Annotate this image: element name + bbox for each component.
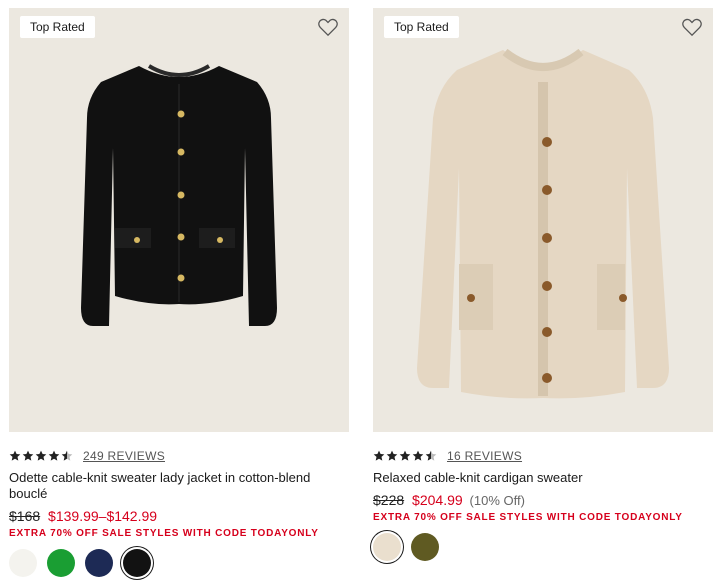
original-price: $168 — [9, 508, 41, 524]
star-icon — [9, 450, 21, 461]
heart-icon[interactable] — [681, 17, 703, 37]
top-rated-badge: Top Rated — [20, 16, 95, 38]
star-icon — [22, 450, 34, 461]
color-swatches — [373, 533, 713, 561]
promo-text: EXTRA 70% OFF SALE STYLES WITH CODE TODA… — [373, 512, 683, 523]
sale-price: $204.99 — [412, 492, 463, 508]
black-cardigan-image — [81, 64, 277, 326]
promo-text: EXTRA 70% OFF SALE STYLES WITH CODE TODA… — [9, 528, 319, 539]
swatch-green[interactable] — [47, 549, 75, 577]
rating-row: 16 REVIEWS — [373, 447, 713, 465]
half-star-icon — [425, 450, 437, 461]
product-card[interactable]: Top Rated 16 REVIEWS Relaxed cable-knit … — [373, 8, 713, 561]
product-title[interactable]: Odette cable-knit sweater lady jacket in… — [9, 470, 349, 502]
swatch-black[interactable] — [123, 549, 151, 577]
half-star-icon — [61, 450, 73, 461]
discount-label: (10% Off) — [469, 493, 525, 508]
cream-cardigan-image — [417, 48, 669, 399]
reviews-link[interactable]: 16 REVIEWS — [447, 449, 522, 463]
swatch-navy[interactable] — [85, 549, 113, 577]
rating-row: 249 REVIEWS — [9, 447, 349, 465]
product-image[interactable]: Top Rated — [373, 8, 713, 432]
swatch-cream[interactable] — [373, 533, 401, 561]
star-icon — [386, 450, 398, 461]
price-row: $168 $139.99–$142.99 — [9, 508, 349, 524]
star-icon — [373, 450, 385, 461]
star-icon — [399, 450, 411, 461]
reviews-link[interactable]: 249 REVIEWS — [83, 449, 165, 463]
swatch-olive[interactable] — [411, 533, 439, 561]
product-title[interactable]: Relaxed cable-knit cardigan sweater — [373, 470, 713, 486]
swatch-white[interactable] — [9, 549, 37, 577]
star-rating — [9, 450, 73, 462]
star-icon — [35, 450, 47, 461]
star-icon — [48, 450, 60, 461]
product-image[interactable]: Top Rated — [9, 8, 349, 432]
original-price: $228 — [373, 492, 405, 508]
star-icon — [412, 450, 424, 461]
price-row: $228 $204.99 (10% Off) — [373, 492, 713, 508]
heart-icon[interactable] — [317, 17, 339, 37]
color-swatches — [9, 549, 349, 577]
product-card[interactable]: Top Rated 249 REVIEWS Odette cable-knit … — [9, 8, 349, 577]
top-rated-badge: Top Rated — [384, 16, 459, 38]
star-rating — [373, 450, 437, 462]
sale-price: $139.99–$142.99 — [48, 508, 158, 524]
